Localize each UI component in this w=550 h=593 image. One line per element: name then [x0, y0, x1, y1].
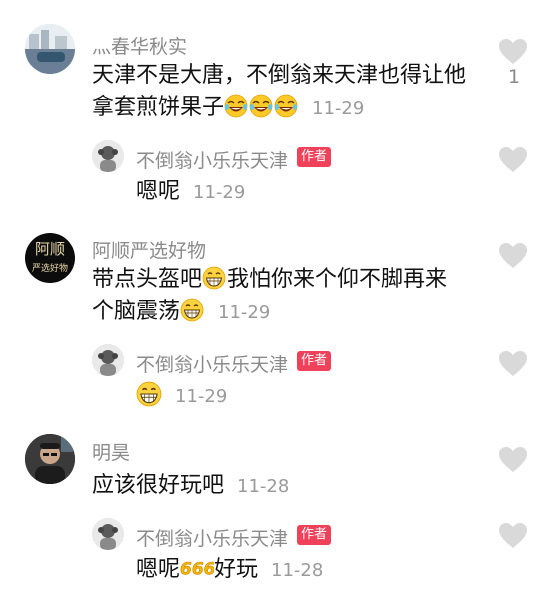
- comment-text: 我怕你来个仰不脚再来: [227, 267, 448, 292]
- author-badge: 作者: [297, 525, 332, 545]
- like-heart-icon[interactable]: [498, 522, 528, 550]
- avatar[interactable]: [25, 24, 75, 74]
- comment-text-line-1: 带点头盔吧 我怕你来个仰不脚再来: [92, 264, 447, 296]
- avatar[interactable]: [92, 344, 124, 376]
- comment-text: 拿套煎饼果子: [92, 95, 225, 120]
- grinning-icon: [180, 298, 204, 322]
- avatar[interactable]: [92, 518, 124, 550]
- comment-text-line-2: 拿套煎饼果子 11-29: [92, 92, 364, 125]
- avatar-text-line-1: 阿顺: [34, 240, 65, 258]
- avatar-image: [25, 24, 75, 74]
- avatar-image: [25, 434, 75, 484]
- timestamp: 11-28: [271, 560, 324, 581]
- username[interactable]: 明昊: [92, 438, 130, 465]
- timestamp: 11-28: [237, 476, 290, 497]
- reply-username[interactable]: 不倒翁小乐乐天津: [136, 146, 288, 173]
- grinning-icon: [136, 381, 162, 407]
- reply-text-line: 11-29: [136, 380, 227, 413]
- comment-text: 带点头盔吧: [92, 267, 203, 292]
- laughing-tears-icon: [274, 94, 298, 118]
- avatar[interactable]: [92, 140, 124, 172]
- grinning-icon: [202, 266, 226, 290]
- reply-text-line: 嗯呢 好玩 11-28: [136, 554, 323, 587]
- reply-text: 嗯呢: [136, 179, 181, 204]
- laughing-tears-icon: [224, 94, 248, 118]
- like-heart-icon[interactable]: [498, 146, 528, 174]
- avatar-text-line-2: 严选好物: [31, 264, 68, 274]
- timestamp: 11-29: [193, 182, 246, 203]
- like-heart-icon[interactable]: [498, 242, 528, 270]
- comment-text-line-2: 个脑震荡 11-29: [92, 296, 270, 329]
- comment-text-line-1: 天津不是大唐，不倒翁来天津也得让他: [92, 63, 467, 88]
- reply-username[interactable]: 不倒翁小乐乐天津: [136, 524, 288, 551]
- timestamp: 11-29: [218, 302, 271, 323]
- laughing-tears-icon: [249, 94, 273, 118]
- reply-text: 好玩: [214, 557, 259, 582]
- like-heart-icon[interactable]: [498, 350, 528, 378]
- like-heart-icon[interactable]: [498, 38, 528, 66]
- like-heart-icon[interactable]: [498, 446, 528, 474]
- reply-text: 嗯呢: [136, 557, 181, 582]
- author-badge: 作者: [297, 147, 332, 167]
- comment-text: 应该很好玩吧: [92, 473, 225, 498]
- timestamp: 11-29: [175, 386, 228, 407]
- avatar-image: [92, 518, 124, 550]
- username[interactable]: 阿顺严选好物: [92, 236, 206, 263]
- reply-username[interactable]: 不倒翁小乐乐天津: [136, 350, 288, 377]
- like-count: 1: [508, 66, 521, 88]
- comment-text: 个脑震荡: [92, 299, 181, 324]
- reply-text-line: 嗯呢 11-29: [136, 176, 245, 209]
- 666-icon: [180, 556, 214, 580]
- comment-text-line: 应该很好玩吧 11-28: [92, 470, 289, 503]
- username[interactable]: 灬春华秋实: [92, 32, 187, 59]
- avatar[interactable]: [25, 434, 75, 484]
- author-badge: 作者: [297, 351, 332, 371]
- timestamp: 11-29: [312, 98, 365, 119]
- avatar-image: [92, 344, 124, 376]
- avatar[interactable]: 阿顺 严选好物: [25, 233, 75, 283]
- avatar-image: [92, 140, 124, 172]
